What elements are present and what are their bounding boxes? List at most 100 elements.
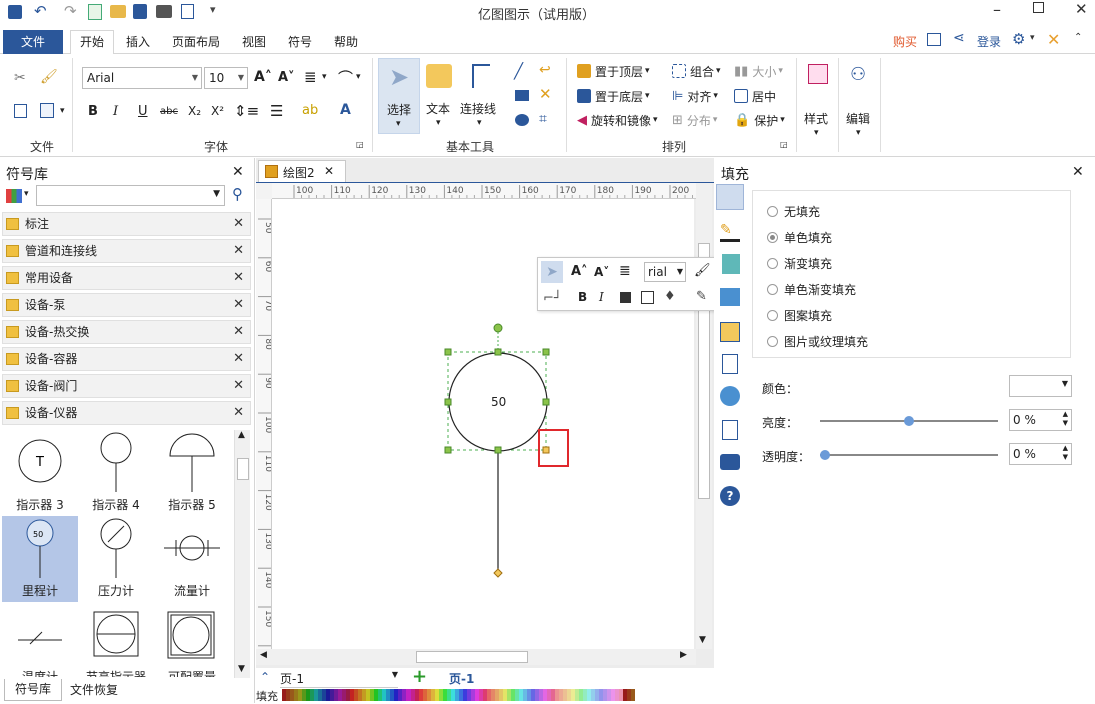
symbol-level-indicator[interactable]: 节高指示器: [78, 602, 154, 677]
library-category[interactable]: 设备-容器✕: [2, 347, 251, 371]
print-icon[interactable]: [156, 5, 172, 18]
comment-panel-icon[interactable]: [720, 454, 740, 470]
format-painter-icon[interactable]: 🖌: [694, 263, 711, 278]
image-panel-icon[interactable]: [720, 288, 740, 306]
align-button[interactable]: ⊫对齐▾: [672, 87, 732, 105]
scroll-down-icon[interactable]: ▼: [238, 664, 245, 674]
search-icon[interactable]: ⚲: [232, 185, 243, 203]
align-text-icon[interactable]: ≣: [304, 68, 317, 86]
attachment-panel-icon[interactable]: [722, 420, 738, 440]
close-icon[interactable]: ✕: [233, 402, 244, 424]
library-category[interactable]: 设备-泵✕: [2, 293, 251, 317]
fill-option-solid[interactable]: 单色填充: [767, 229, 832, 246]
arc-icon[interactable]: ↩: [539, 62, 551, 78]
redo-icon[interactable]: ↷: [64, 2, 77, 20]
library-menu-dropdown-icon[interactable]: ▾: [24, 189, 29, 199]
line-icon[interactable]: ╱: [514, 62, 523, 80]
canvas-vertical-scrollbar[interactable]: ▼: [696, 183, 712, 649]
connector-style-icon[interactable]: ⌐┘: [543, 291, 562, 306]
export-icon[interactable]: [181, 4, 194, 19]
library-category[interactable]: 设备-热交换✕: [2, 320, 251, 344]
quick-access-dropdown-icon[interactable]: ▾: [210, 3, 216, 16]
fill-option-picture[interactable]: 图片或纹理填充: [767, 333, 868, 350]
arrange-dialog-launcher-icon[interactable]: ◲: [780, 140, 788, 149]
help-icon[interactable]: ?: [720, 486, 740, 506]
format-painter-icon[interactable]: 🖌: [40, 69, 58, 85]
brightness-slider[interactable]: [820, 420, 998, 422]
library-bottom-tab-recovery[interactable]: 文件恢复: [70, 680, 130, 700]
select-tool-button[interactable]: ➤ 选择 ▾: [378, 58, 420, 134]
canvas-horizontal-scrollbar[interactable]: ◀ ▶: [256, 649, 696, 665]
new-icon[interactable]: [88, 4, 102, 20]
library-category[interactable]: 管道和连接线✕: [2, 239, 251, 263]
line-spacing-icon[interactable]: ⇕≡: [234, 102, 259, 120]
font-name-select[interactable]: Arial▼: [82, 67, 202, 89]
line-color-icon[interactable]: ✎: [696, 289, 707, 304]
library-scrollbar[interactable]: ▲ ▼: [234, 430, 250, 678]
page-tab[interactable]: 页-1: [449, 670, 474, 687]
share-icon[interactable]: [927, 33, 941, 46]
text-tool-button[interactable]: 文本 ▾: [422, 58, 458, 134]
color-picker[interactable]: ▼: [1009, 375, 1072, 397]
group-button[interactable]: 组合▾: [672, 62, 732, 80]
fill-color-icon[interactable]: ♦: [664, 289, 676, 304]
shadow-panel-icon[interactable]: [722, 254, 740, 274]
scroll-right-icon[interactable]: ▶: [680, 650, 687, 660]
ellipse-icon[interactable]: [515, 114, 529, 126]
stepper-icon[interactable]: ▲▼: [1063, 410, 1068, 428]
library-menu-icon[interactable]: [6, 189, 22, 203]
collapse-ribbon-icon[interactable]: ⌃: [1074, 32, 1082, 43]
opacity-slider[interactable]: [820, 454, 998, 456]
shadow-icon[interactable]: [620, 292, 631, 303]
bring-to-front-button[interactable]: 置于顶层▾: [577, 62, 663, 80]
add-page-icon[interactable]: +: [412, 666, 427, 687]
rotate-mirror-button[interactable]: ◀旋转和镜像▾: [577, 111, 669, 129]
symbol-odometer[interactable]: 50 里程计: [2, 516, 78, 602]
font-grow-icon[interactable]: A˄: [254, 69, 272, 85]
stepper-icon[interactable]: ▲▼: [1063, 444, 1068, 462]
cut-icon[interactable]: ✂: [14, 70, 26, 86]
scrollbar-thumb[interactable]: [416, 651, 528, 663]
tab-insert[interactable]: 插入: [118, 31, 158, 54]
tab-file[interactable]: 文件: [3, 30, 63, 54]
symbol-configurable[interactable]: 可配置量: [154, 602, 230, 677]
tab-symbol[interactable]: 符号: [280, 31, 320, 54]
library-search-input[interactable]: ▼: [36, 185, 225, 206]
buy-link[interactable]: 购买: [893, 33, 917, 50]
layer-panel-icon[interactable]: [720, 322, 740, 342]
login-link[interactable]: 登录: [977, 33, 1001, 50]
close-tab-icon[interactable]: ✕: [324, 164, 334, 178]
close-icon[interactable]: ✕: [233, 240, 244, 262]
library-category[interactable]: 常用设备✕: [2, 266, 251, 290]
settings-icon[interactable]: ⚙: [1012, 30, 1025, 48]
fill-panel-icon[interactable]: [716, 184, 744, 210]
slider-thumb[interactable]: [904, 416, 914, 426]
text-curve-icon[interactable]: ⌒: [338, 67, 353, 88]
symbol-flow-meter[interactable]: 流量计: [154, 516, 230, 602]
symbol-pressure-gauge[interactable]: 压力计: [78, 516, 154, 602]
library-category[interactable]: 设备-阀门✕: [2, 374, 251, 398]
fill-option-none[interactable]: 无填充: [767, 203, 820, 220]
scroll-down-icon[interactable]: ▼: [699, 635, 706, 645]
tab-help[interactable]: 帮助: [326, 31, 366, 54]
shape-value-text[interactable]: 50: [491, 395, 506, 409]
library-bottom-tab-symbols[interactable]: 符号库: [4, 679, 62, 701]
color-swatch[interactable]: [631, 689, 635, 701]
close-icon[interactable]: ✕: [233, 321, 244, 343]
italic-icon[interactable]: I: [113, 104, 118, 119]
superscript-icon[interactable]: X²: [211, 104, 224, 118]
pointer-icon[interactable]: ➤: [541, 261, 563, 283]
close-icon[interactable]: ✕: [233, 375, 244, 397]
slider-thumb[interactable]: [820, 450, 830, 460]
cross-point-icon[interactable]: ✕: [539, 85, 552, 103]
symbol-indicator-4[interactable]: 指示器 4: [78, 430, 154, 516]
paste-dropdown-icon[interactable]: ▾: [60, 106, 65, 116]
bullets-icon[interactable]: ☰: [270, 102, 283, 120]
collapse-pages-icon[interactable]: ⌃: [260, 670, 270, 684]
maximize-button[interactable]: [1033, 2, 1044, 13]
font-dialog-launcher-icon[interactable]: ◲: [356, 140, 364, 149]
font-shrink-icon[interactable]: A˅: [278, 70, 295, 85]
connector-tool-button[interactable]: 连接线 ▾: [460, 58, 500, 134]
settings-dropdown-icon[interactable]: ▾: [1030, 33, 1035, 43]
close-button[interactable]: ✕: [1075, 0, 1088, 18]
